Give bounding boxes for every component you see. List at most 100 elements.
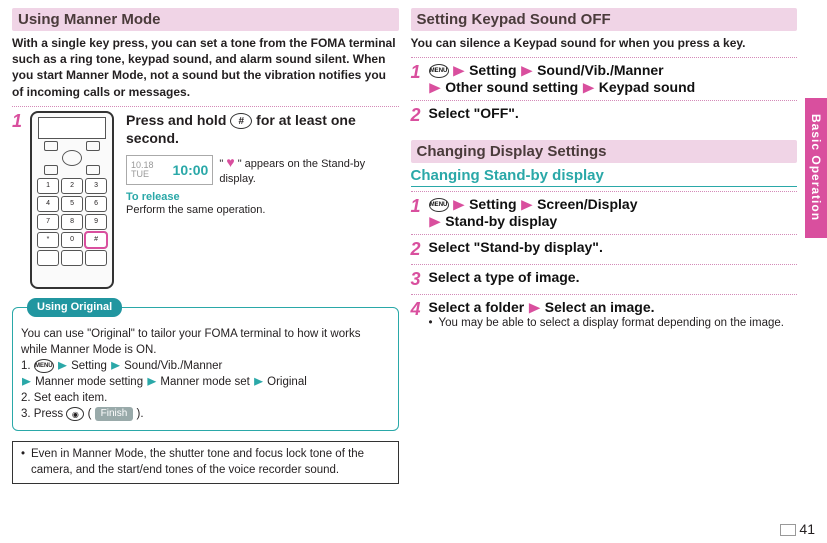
arrow-icon: ▶ (254, 375, 263, 389)
path-mode-set: Manner mode set (160, 376, 250, 388)
key-8: 8 (61, 214, 83, 230)
manner-intro: With a single key press, you can set a t… (12, 35, 399, 100)
arrow-icon: ▶ (58, 359, 67, 373)
divider (411, 100, 798, 101)
camera-key-icon: ◉ (66, 407, 84, 421)
page-number-value: 41 (799, 521, 815, 537)
divider (411, 234, 798, 235)
softkey-icon (44, 141, 58, 151)
key-hash: # (85, 232, 107, 248)
standby-note: " ♥ " appears on the Stand-by display. (219, 153, 398, 187)
phone-dpad (44, 141, 100, 175)
using-original-box: Using Original You can use "Original" to… (12, 307, 399, 432)
step-number: 2 (411, 239, 421, 260)
standby-screen-illustration: 10.18 TUE 10:00 (126, 155, 213, 185)
path-mode-setting: Manner mode setting (35, 376, 143, 388)
finish-chip: Finish (95, 407, 134, 421)
path-original: Original (267, 376, 307, 388)
key-0: 0 (61, 232, 83, 248)
menu-key-icon: MENU (34, 359, 54, 373)
step-number: 1 (411, 62, 421, 83)
step-number: 1 (12, 111, 22, 132)
using-original-step2: 2. Set each item. (21, 390, 390, 406)
phone-keypad: 1 2 3 4 5 6 7 8 9 * 0 # (37, 178, 107, 266)
step1-title: Press and hold # for at least one second… (126, 111, 398, 147)
divider (411, 294, 798, 295)
list-num-1: 1. (21, 360, 31, 372)
arrow-icon: ▶ (583, 80, 594, 95)
display-step2: Select "Stand-by display". (429, 239, 603, 255)
divider (12, 106, 399, 107)
divider (411, 191, 798, 192)
to-release-text: Perform the same operation. (126, 203, 398, 218)
sub-heading-standby: Changing Stand-by display (411, 167, 798, 184)
step4-before: Select a folder (429, 299, 525, 315)
arrow-icon: ▶ (147, 375, 156, 389)
side-tab-label: Basic Operation (805, 98, 827, 238)
key-5: 5 (61, 196, 83, 212)
side-tab-spacer (805, 60, 827, 98)
using-original-lead: You can use "Original" to tailor your FO… (21, 326, 390, 358)
standby-date-dow: TUE (131, 169, 149, 179)
section-heading-manner: Using Manner Mode (12, 8, 399, 31)
path-sound: Sound/Vib./Manner (124, 360, 222, 372)
path-setting: Setting (469, 196, 516, 212)
step4-after: Select an image. (545, 299, 655, 315)
standby-note-after: " appears on the Stand-by display. (219, 158, 365, 185)
path-standby-display: Stand-by display (445, 213, 557, 229)
arrow-icon: ▶ (453, 197, 464, 212)
sub-divider (411, 186, 798, 187)
using-original-title: Using Original (27, 298, 122, 317)
arrow-icon: ▶ (22, 375, 31, 389)
manner-note-text: Even in Manner Mode, the shutter tone an… (21, 447, 390, 478)
page-marker-icon (780, 524, 796, 536)
menu-key-icon: MENU (429, 64, 449, 78)
menu-key-icon: MENU (429, 198, 449, 212)
section-heading-keypad: Setting Keypad Sound OFF (411, 8, 798, 31)
standby-display-row: 10.18 TUE 10:00 " ♥ " appears on the Sta… (126, 153, 398, 187)
using-original-step3: 3. Press ◉ ( Finish ). (21, 406, 390, 422)
step-number: 1 (411, 196, 421, 217)
dpad-center-icon (62, 150, 82, 166)
softkey-icon (44, 165, 58, 175)
section-heading-display: Changing Display Settings (411, 140, 798, 163)
phone-top-screen (38, 117, 106, 139)
path-other-sound: Other sound setting (445, 79, 578, 95)
phone-illustration: 1 2 3 4 5 6 7 8 9 * 0 # (30, 111, 114, 289)
key-6: 6 (85, 196, 107, 212)
key-star: * (37, 232, 59, 248)
paren-open: ( (88, 408, 92, 420)
path-setting: Setting (469, 62, 516, 78)
step-number: 4 (411, 299, 421, 320)
key-bottom-left (37, 250, 59, 266)
softkey-icon (86, 141, 100, 151)
standby-date: 10.18 TUE (131, 161, 173, 179)
paren-close: ). (137, 408, 144, 420)
softkey-icon (86, 165, 100, 175)
standby-time: 10:00 (173, 162, 209, 178)
keypad-intro: You can silence a Keypad sound for when … (411, 35, 798, 51)
arrow-icon: ▶ (453, 63, 464, 78)
arrow-icon: ▶ (111, 359, 120, 373)
keypad-step2: Select "OFF". (429, 105, 519, 121)
key-9: 9 (85, 214, 107, 230)
arrow-icon: ▶ (521, 197, 532, 212)
display-step3: Select a type of image. (429, 269, 580, 285)
key-3: 3 (85, 178, 107, 194)
path-keypad-sound: Keypad sound (599, 79, 695, 95)
key-bottom-mid (61, 250, 83, 266)
step-number: 3 (411, 269, 421, 290)
step-number: 2 (411, 105, 421, 126)
display-step1: MENU ▶ Setting ▶ Screen/Display ▶ Stand-… (429, 196, 638, 230)
manner-heart-icon: ♥ (226, 154, 234, 170)
key-1: 1 (37, 178, 59, 194)
page-number: 41 (780, 521, 815, 537)
display-step4-note: You may be able to select a display form… (429, 316, 797, 332)
keypad-step1: MENU ▶ Setting ▶ Sound/Vib./Manner ▶ Oth… (429, 62, 696, 96)
path-setting: Setting (71, 360, 107, 372)
side-tab: Basic Operation (805, 60, 827, 420)
arrow-icon: ▶ (521, 63, 532, 78)
arrow-icon: ▶ (430, 80, 441, 95)
key-bottom-right (85, 250, 107, 266)
manner-note-box: Even in Manner Mode, the shutter tone an… (12, 441, 399, 484)
